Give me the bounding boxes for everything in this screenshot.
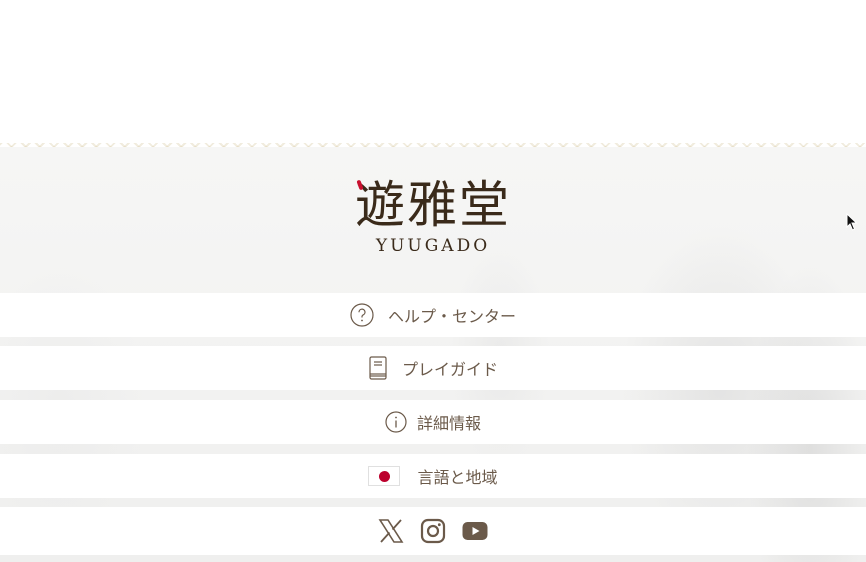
menu-details[interactable]: 詳細情報 xyxy=(0,400,866,444)
japan-flag-icon xyxy=(368,466,401,486)
social-links xyxy=(0,507,866,555)
menu-play-guide[interactable]: プレイガイド xyxy=(0,346,866,390)
instagram-icon[interactable] xyxy=(420,518,446,544)
mouse-cursor xyxy=(846,212,858,235)
site-logo[interactable]: 遊雅堂 YUUGADO xyxy=(333,176,533,266)
top-blank-area xyxy=(0,0,866,145)
x-icon[interactable] xyxy=(378,518,404,544)
language-region-label: 言語と地域 xyxy=(417,468,498,487)
help-center-label: ヘルプ・センター xyxy=(387,307,516,326)
info-circle-icon xyxy=(385,411,407,433)
question-circle-icon xyxy=(350,303,374,327)
logo-kanji: 遊雅堂 xyxy=(333,176,533,234)
details-label: 詳細情報 xyxy=(416,414,481,433)
youtube-icon[interactable] xyxy=(462,521,488,541)
logo-kanji-text: 遊雅堂 xyxy=(355,176,511,234)
logo-roman: YUUGADO xyxy=(375,236,491,256)
menu-language-region[interactable]: 言語と地域 xyxy=(0,454,866,498)
menu-help-center[interactable]: ヘルプ・センター xyxy=(0,293,866,337)
play-guide-label: プレイガイド xyxy=(401,360,498,379)
book-icon xyxy=(368,356,388,380)
